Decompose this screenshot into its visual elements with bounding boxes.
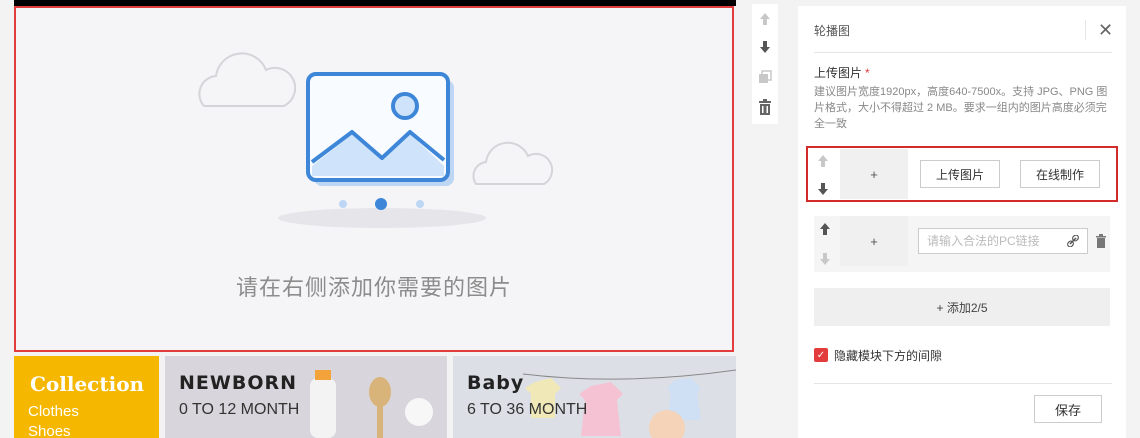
image-row-1: + 上传图片 在线制作 <box>806 146 1118 202</box>
upload-image-button[interactable]: 上传图片 <box>920 160 1000 188</box>
empty-image-illustration <box>198 52 554 228</box>
link-icon <box>1066 234 1080 248</box>
row-move-down-icon[interactable] <box>816 182 830 196</box>
move-down-icon[interactable] <box>756 38 774 56</box>
baby-products-image <box>310 370 433 438</box>
trash-icon[interactable] <box>756 98 774 116</box>
module-toolbar <box>752 4 778 124</box>
hide-gap-checkbox[interactable]: ✓ <box>814 348 828 362</box>
upload-description: 建议图片宽度1920px，高度640-7500x。支持 JPG、PNG 图片格式… <box>814 86 1108 130</box>
online-create-button[interactable]: 在线制作 <box>1020 160 1100 188</box>
image-row-2: + 请输入合法的PC链接 <box>814 216 1110 272</box>
carousel-hint: 请在右侧添加你需要的图片 <box>235 275 512 300</box>
hide-gap-label: 隐藏模块下方的间隙 <box>834 349 943 363</box>
banner-title: Collection <box>30 372 145 396</box>
divider <box>1085 20 1086 40</box>
row-delete-icon[interactable] <box>1094 234 1108 248</box>
banner-title: Baby <box>467 372 525 394</box>
row-move-up-icon[interactable] <box>816 154 830 168</box>
banner-newborn[interactable]: NEWBORN 0 TO 12 MONTH <box>165 356 447 438</box>
move-up-icon[interactable] <box>756 10 774 28</box>
add-image-button[interactable]: + 添加2/5 <box>814 288 1110 326</box>
banner-subtitle: 0 TO 12 MONTH <box>179 401 300 418</box>
required-mark: * <box>865 66 870 80</box>
banner-link-shoes[interactable]: Shoes <box>28 422 79 438</box>
banner-baby[interactable]: Baby 6 TO 36 MONTH <box>453 356 736 438</box>
divider <box>814 383 1112 384</box>
banner-strip: Collection Clothes Shoes NEWBORN 0 TO 12… <box>14 356 736 438</box>
banner-title: NEWBORN <box>179 372 298 394</box>
settings-panel: 轮播图 ✕ 上传图片 * 建议图片宽度1920px，高度640-7500x。支持 … <box>798 6 1126 438</box>
row-move-down-icon[interactable] <box>818 252 832 266</box>
carousel-placeholder[interactable]: 请在右侧添加你需要的图片 <box>14 6 734 352</box>
image-thumb-add[interactable]: + <box>840 149 908 199</box>
save-button[interactable]: 保存 <box>1034 395 1102 423</box>
pc-link-input[interactable]: 请输入合法的PC链接 <box>918 228 1088 254</box>
divider <box>814 52 1112 53</box>
baby-clothes-image <box>522 369 736 438</box>
row-move-up-icon[interactable] <box>818 222 832 236</box>
banner-collection[interactable]: Collection Clothes Shoes <box>14 356 159 438</box>
copy-icon[interactable] <box>756 68 774 86</box>
image-thumb-add[interactable]: + <box>840 216 908 266</box>
panel-title: 轮播图 <box>814 24 851 38</box>
banner-link-clothes[interactable]: Clothes <box>28 402 79 422</box>
banner-subtitle: 6 TO 36 MONTH <box>467 401 588 418</box>
close-icon[interactable]: ✕ <box>1098 20 1113 40</box>
upload-label: 上传图片 <box>814 66 863 80</box>
